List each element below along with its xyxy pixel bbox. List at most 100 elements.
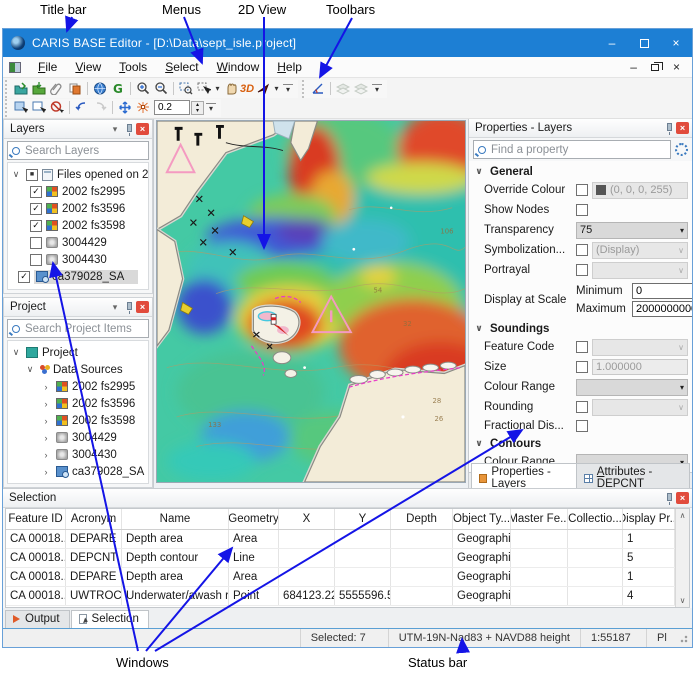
chevron-right-icon[interactable]: ›	[40, 382, 52, 392]
select-tool-dropdown[interactable]: ▾	[213, 84, 222, 93]
checkbox[interactable]: ✓	[30, 220, 42, 232]
chevron-right-icon[interactable]: ›	[40, 416, 52, 426]
snap-tolerance-icon[interactable]	[134, 99, 152, 116]
tolerance-input[interactable]	[154, 100, 190, 115]
maximum-scale-input[interactable]	[632, 301, 692, 317]
checkbox[interactable]	[576, 401, 588, 413]
zoom-out-icon[interactable]	[152, 80, 170, 97]
table-row[interactable]: CA 00018...DEPARE Depth areaArea Geograp…	[6, 530, 675, 549]
attach-icon[interactable]	[48, 80, 66, 97]
tree-item-ca379028[interactable]: ✓ ca379028_SA	[8, 268, 148, 285]
layers-pin-icon[interactable]	[122, 123, 136, 136]
checkbox[interactable]	[576, 204, 588, 216]
tree-item-src-fs3596[interactable]: › 2002 fs3596	[8, 395, 148, 412]
tree-item-fs3596[interactable]: ✓ 2002 fs3596	[8, 200, 148, 217]
3d-view-button[interactable]: 3D	[240, 83, 254, 95]
project-close-icon[interactable]: ×	[136, 301, 149, 313]
resize-grip[interactable]	[680, 633, 690, 643]
selection-pin-icon[interactable]	[662, 492, 676, 505]
checkbox[interactable]: ✓	[18, 271, 30, 283]
tree-item-src-3004430[interactable]: › 3004430	[8, 446, 148, 463]
select-next-icon[interactable]	[91, 99, 109, 116]
title-bar[interactable]: CARIS BASE Editor - [D:\Data\sept_isle.p…	[3, 29, 692, 57]
checkbox[interactable]: ✓	[30, 203, 42, 215]
chevron-down-icon[interactable]: ∨	[10, 169, 22, 180]
toolbar-overflow[interactable]: ▾	[283, 84, 293, 94]
layers-search-input[interactable]	[25, 145, 144, 157]
selection-table-header[interactable]: Feature IDAcronym NameGeometry XY DepthO…	[6, 509, 675, 530]
copy-icon[interactable]	[66, 80, 84, 97]
process-layer-alt-icon[interactable]	[352, 80, 370, 97]
project-search-input[interactable]	[25, 323, 144, 335]
chevron-down-icon[interactable]: ∨	[24, 364, 36, 375]
tree-item-files-opened[interactable]: ∨ ■ Files opened on 201...	[8, 166, 148, 183]
zoom-in-icon[interactable]	[134, 80, 152, 97]
chevron-right-icon[interactable]: ›	[40, 433, 52, 443]
tab-output[interactable]: Output	[5, 610, 70, 628]
measure-angle-icon[interactable]	[309, 80, 327, 97]
checkbox-partial[interactable]: ■	[26, 169, 38, 181]
refresh-icon[interactable]: G	[109, 80, 127, 97]
tree-item-src-fs2995[interactable]: › 2002 fs2995	[8, 378, 148, 395]
layers-close-icon[interactable]: ×	[136, 123, 149, 135]
chevron-down-icon[interactable]: ∨	[473, 323, 485, 334]
tree-item-src-3004429[interactable]: › 3004429	[8, 429, 148, 446]
close-button[interactable]: ×	[660, 29, 692, 57]
minimize-button[interactable]: –	[596, 29, 628, 57]
tree-item-src-ca379028[interactable]: › ca379028_SA	[8, 463, 148, 480]
select-rect-icon[interactable]	[12, 99, 30, 116]
globe-icon[interactable]	[91, 80, 109, 97]
select-tool-icon[interactable]	[195, 80, 213, 97]
tree-item-fs3598[interactable]: ✓ 2002 fs3598	[8, 217, 148, 234]
tab-selection[interactable]: Selection	[71, 610, 149, 628]
table-row[interactable]: CA 00018...DEPARE Depth areaArea Geograp…	[6, 568, 675, 587]
zoom-window-icon[interactable]	[177, 80, 195, 97]
checkbox[interactable]	[576, 264, 588, 276]
tree-item-fs2995[interactable]: ✓ 2002 fs2995	[8, 183, 148, 200]
chevron-down-icon[interactable]: ∨	[473, 166, 485, 177]
chevron-right-icon[interactable]: ›	[40, 450, 52, 460]
nav-arrow-dropdown[interactable]: ▾	[272, 84, 281, 93]
checkbox[interactable]	[576, 341, 588, 353]
checkbox[interactable]	[576, 184, 588, 196]
colour-range-combo[interactable]: ▾	[576, 379, 688, 396]
gear-icon[interactable]	[675, 143, 688, 156]
property-search-input[interactable]	[491, 144, 666, 156]
maximize-button[interactable]	[628, 29, 660, 57]
menu-help[interactable]: Help	[268, 58, 311, 76]
tree-item-data-sources[interactable]: ∨ Data Sources	[8, 361, 148, 378]
spin-down-button[interactable]: ▾	[192, 108, 203, 114]
process-layer-icon[interactable]	[334, 80, 352, 97]
layers-menu-chevron-icon[interactable]: ▾	[108, 123, 122, 136]
toolbar-overflow-3[interactable]: ▾	[206, 103, 216, 113]
pan-hand-icon[interactable]	[222, 80, 240, 97]
table-scrollbar[interactable]: ∧ ∨	[675, 509, 689, 607]
tree-item-3004429[interactable]: 3004429	[8, 234, 148, 251]
minimum-scale-input[interactable]	[632, 283, 692, 299]
menu-file[interactable]: File	[29, 58, 66, 76]
mdi-restore-button[interactable]	[651, 64, 659, 71]
checkbox[interactable]	[576, 420, 588, 432]
toolbar-overflow-2[interactable]: ▾	[372, 84, 382, 94]
chevron-right-icon[interactable]: ›	[40, 399, 52, 409]
scroll-down-icon[interactable]: ∨	[680, 596, 686, 605]
tree-item-src-fs3598[interactable]: › 2002 fs3598	[8, 412, 148, 429]
properties-pin-icon[interactable]	[662, 122, 676, 135]
open-data-icon[interactable]	[12, 80, 30, 97]
table-row[interactable]: CA 00018...DEPCNT Depth contourLine Geog…	[6, 549, 675, 568]
map-2d-view[interactable]: 54 32 28 26 106 133	[156, 120, 466, 483]
import-data-icon[interactable]	[30, 80, 48, 97]
checkbox[interactable]	[576, 361, 588, 373]
tree-item-project-root[interactable]: ∨ Project	[8, 344, 148, 361]
table-row[interactable]: CA 00018...UWTROC Underwater/awash rockP…	[6, 587, 675, 606]
checkbox[interactable]	[30, 237, 42, 249]
mdi-minimize-button[interactable]: –	[630, 60, 637, 74]
properties-close-icon[interactable]: ×	[676, 122, 689, 134]
project-pin-icon[interactable]	[122, 301, 136, 314]
checkbox[interactable]: ✓	[30, 186, 42, 198]
menu-tools[interactable]: Tools	[110, 58, 156, 76]
chevron-right-icon[interactable]: ›	[40, 467, 52, 477]
selection-close-icon[interactable]: ×	[676, 492, 689, 504]
checkbox[interactable]	[576, 244, 588, 256]
deselect-rect-icon[interactable]	[30, 99, 48, 116]
